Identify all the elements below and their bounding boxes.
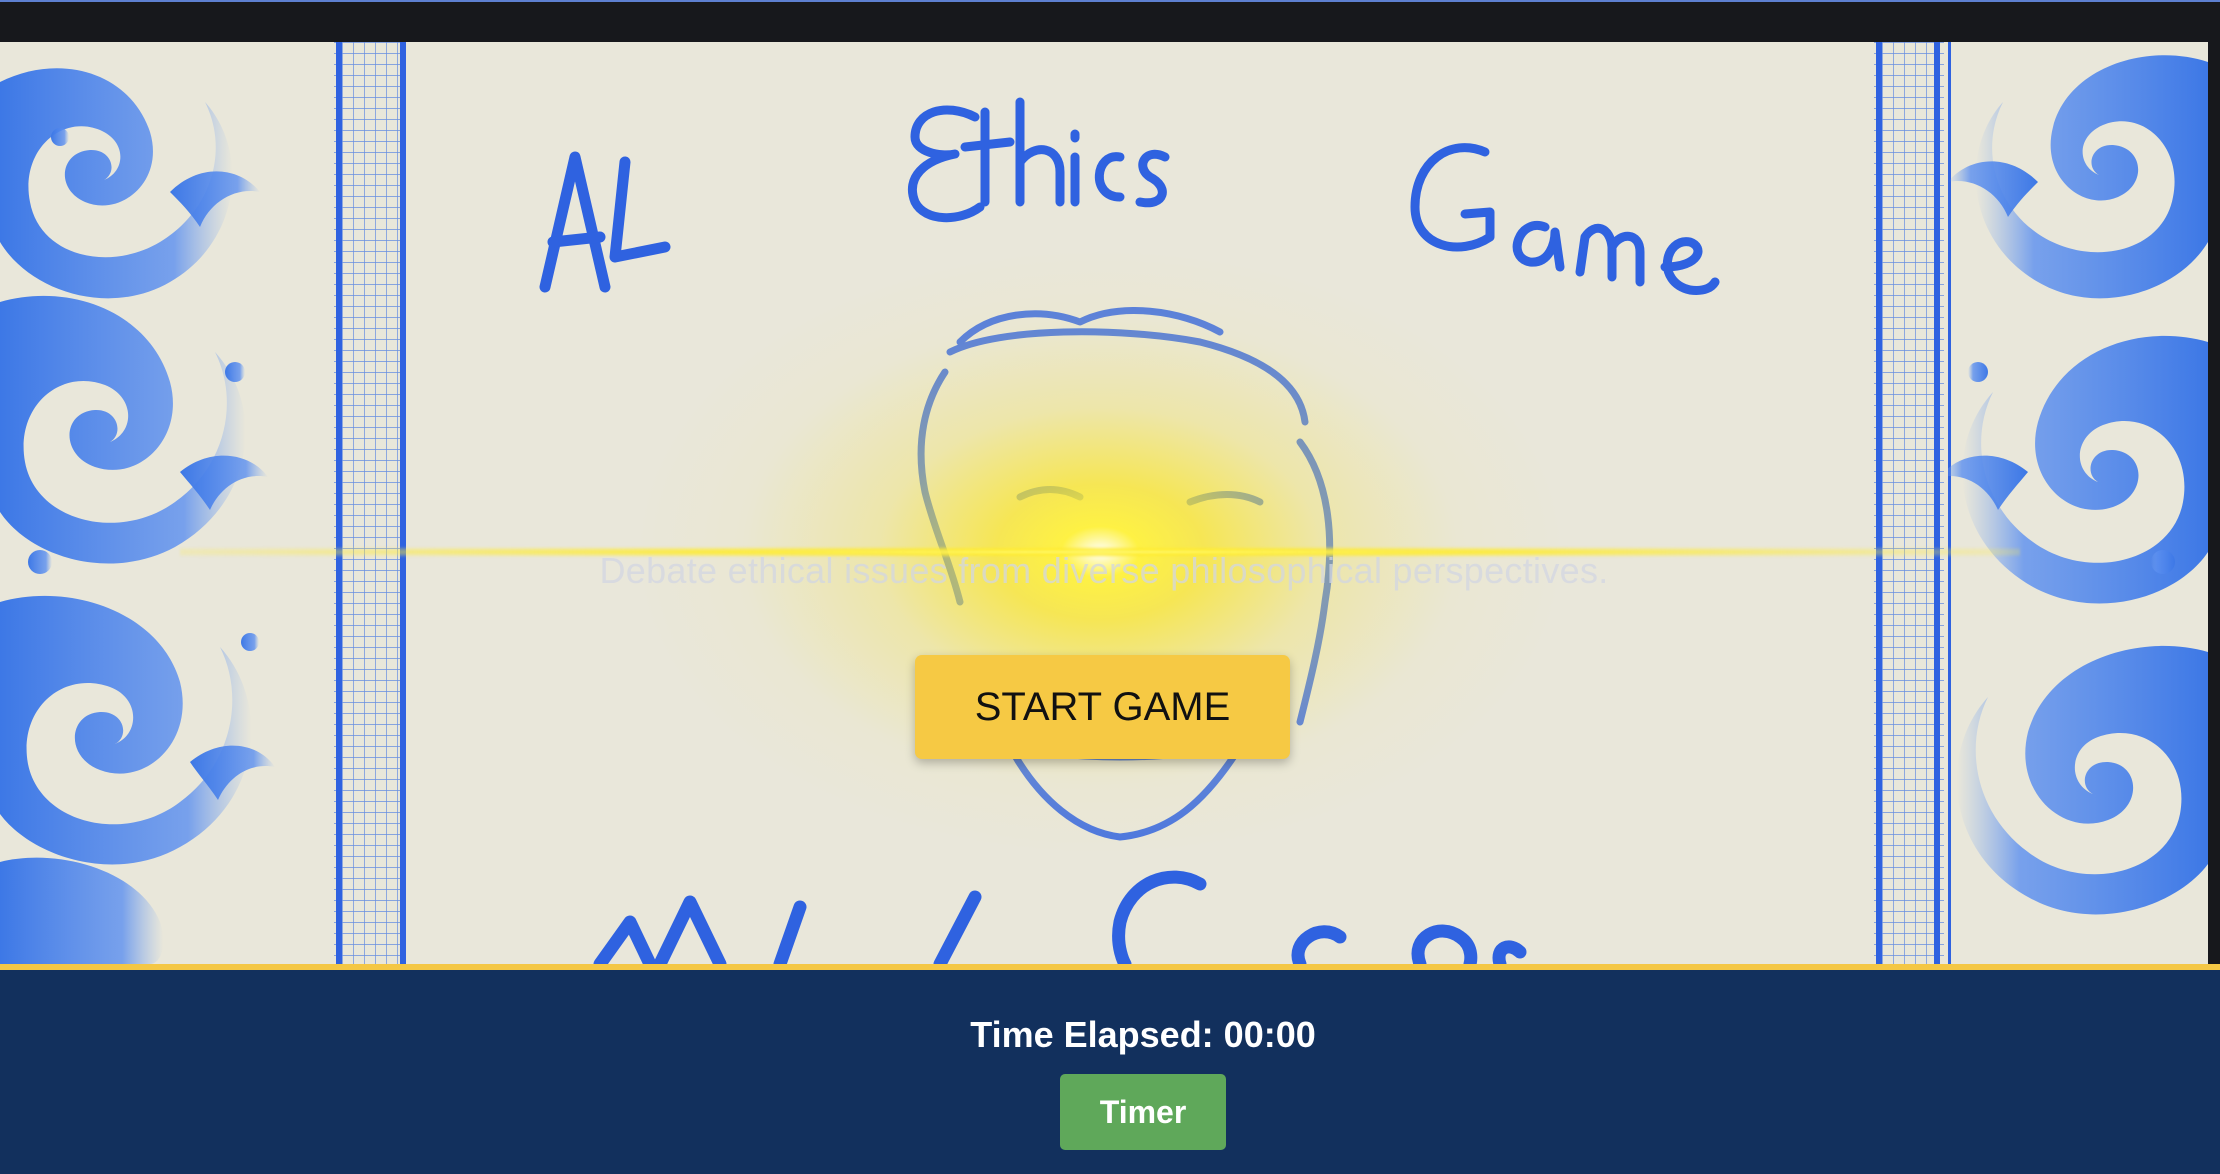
bottom-title-art: [593, 870, 1527, 964]
time-elapsed-text: Time Elapsed: 00:00: [970, 1014, 1316, 1055]
title-word-ai: [539, 151, 671, 293]
game-title-screen: Debate ethical issues from diverse philo…: [0, 42, 2208, 964]
timer-footer: Time Elapsed: 00:00 Timer: [0, 964, 2220, 1174]
title-word-game: [1410, 143, 1720, 295]
start-game-button[interactable]: START GAME: [915, 655, 1290, 759]
title-word-ethics: [907, 97, 1170, 223]
timer-button[interactable]: Timer: [1060, 1074, 1226, 1150]
game-tagline: Debate ethical issues from diverse philo…: [599, 550, 1609, 591]
window-edge: [2208, 42, 2220, 964]
window-top-bar: [0, 0, 2220, 42]
